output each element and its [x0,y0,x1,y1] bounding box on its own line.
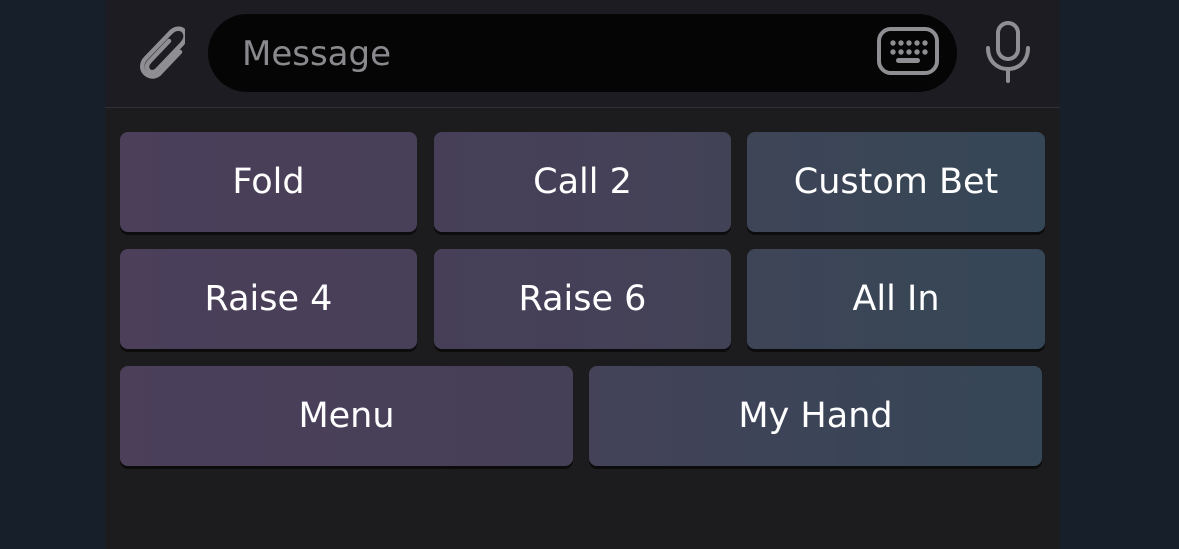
custom-bet-button[interactable]: Custom Bet [747,132,1045,232]
message-field[interactable] [208,14,957,94]
voice-record-button[interactable] [980,20,1036,88]
fold-button[interactable]: Fold [120,132,417,232]
message-input[interactable] [240,14,864,94]
microphone-icon [983,20,1033,88]
raise-6-button[interactable]: Raise 6 [434,249,731,349]
keyboard-icon [876,26,940,80]
all-in-button[interactable]: All In [747,249,1045,349]
chat-panel: Fold Call 2 Custom Bet Raise 4 Raise 6 A… [105,0,1060,549]
attach-button[interactable] [127,20,188,88]
bot-reply-keyboard: Fold Call 2 Custom Bet Raise 4 Raise 6 A… [105,108,1060,549]
paperclip-icon [127,20,188,88]
raise-4-button[interactable]: Raise 4 [120,249,417,349]
message-input-bar [105,0,1060,108]
my-hand-button[interactable]: My Hand [589,366,1042,466]
keyboard-toggle-button[interactable] [876,27,940,79]
call-button[interactable]: Call 2 [434,132,731,232]
menu-button[interactable]: Menu [120,366,573,466]
